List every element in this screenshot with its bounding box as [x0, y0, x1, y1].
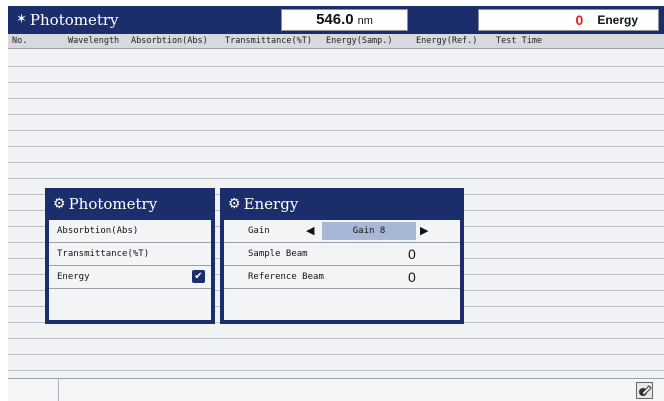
- table-row[interactable]: [8, 354, 664, 355]
- photometry-option-label: Absorbtion(Abs): [57, 226, 139, 236]
- sample-beam-value: 0: [408, 246, 416, 262]
- sample-beam-label: Sample Beam: [248, 249, 308, 259]
- wavelength-value: 546.0: [316, 11, 354, 28]
- table-row[interactable]: [8, 98, 664, 99]
- column-header-wavelength: Wavelength: [68, 36, 120, 46]
- photometry-option-label: Energy: [57, 272, 90, 282]
- column-header-energy-samp: Energy(Samp.): [326, 36, 393, 46]
- energy-panel: ⚙ Energy Gain ◀ Gain 8 ▶ Sample Beam 0 R…: [220, 188, 464, 324]
- photometry-option-label: Transmittance(%T): [57, 249, 150, 259]
- wavelength-unit: nm: [357, 15, 373, 27]
- table-row[interactable]: [8, 162, 664, 163]
- gear-icon: ⚙: [53, 196, 66, 212]
- photometry-panel: ⚙ Photometry Absorbtion(Abs) Transmittan…: [45, 188, 215, 324]
- photometry-panel-title-text: Photometry: [68, 195, 158, 213]
- window-title: ✶ Photometry: [16, 10, 119, 30]
- reference-beam-row: Reference Beam 0: [224, 266, 460, 289]
- sample-beam-row: Sample Beam 0: [224, 243, 460, 266]
- edit-icon[interactable]: [636, 382, 653, 399]
- instrument-screen: ✶ Photometry 546.0 nm 0 Energy No. Wavel…: [8, 6, 664, 401]
- checkmark-icon[interactable]: ✔: [192, 270, 205, 283]
- status-divider: [58, 379, 59, 401]
- energy-label: Energy: [597, 13, 638, 27]
- column-header-energy-ref: Energy(Ref.): [416, 36, 478, 46]
- energy-panel-body: Gain ◀ Gain 8 ▶ Sample Beam 0 Reference …: [224, 220, 460, 320]
- window-title-text: Photometry: [29, 11, 119, 29]
- table-header: No. Wavelength Absorbtion(Abs) Transmitt…: [8, 34, 664, 49]
- title-bar: ✶ Photometry 546.0 nm 0 Energy: [8, 6, 664, 34]
- photometry-panel-title: ⚙ Photometry: [47, 190, 213, 218]
- wavelength-display[interactable]: 546.0 nm: [281, 9, 408, 31]
- triangle-right-icon[interactable]: ▶: [420, 220, 428, 242]
- table-row[interactable]: [8, 114, 664, 115]
- column-header-no: No.: [12, 36, 28, 46]
- gain-label: Gain: [248, 226, 270, 236]
- photometry-option-absorbtion[interactable]: Absorbtion(Abs): [49, 220, 211, 243]
- column-header-test-time: Test Time: [496, 36, 543, 46]
- table-row[interactable]: [8, 338, 664, 339]
- table-row[interactable]: [8, 146, 664, 147]
- reference-beam-label: Reference Beam: [248, 272, 324, 282]
- table-row[interactable]: [8, 370, 664, 371]
- energy-value: 0: [575, 12, 584, 28]
- table-row[interactable]: [8, 82, 664, 83]
- table-row[interactable]: [8, 178, 664, 179]
- column-header-absorbtion: Absorbtion(Abs): [131, 36, 208, 46]
- energy-panel-title: ⚙ Energy: [222, 190, 462, 218]
- energy-panel-title-text: Energy: [243, 195, 299, 213]
- column-header-transmittance: Transmittance(%T): [225, 36, 312, 46]
- gear-icon: ⚙: [228, 196, 241, 212]
- star-icon: ✶: [16, 12, 27, 27]
- energy-display: 0 Energy: [478, 9, 659, 31]
- status-bar: [8, 378, 664, 401]
- table-row[interactable]: [8, 130, 664, 131]
- table-row[interactable]: [8, 66, 664, 67]
- gain-value[interactable]: Gain 8: [322, 222, 416, 240]
- gain-row: Gain ◀ Gain 8 ▶: [224, 220, 460, 243]
- photometry-panel-body: Absorbtion(Abs) Transmittance(%T) Energy…: [49, 220, 211, 320]
- photometry-option-transmittance[interactable]: Transmittance(%T): [49, 243, 211, 266]
- reference-beam-value: 0: [408, 269, 416, 285]
- photometry-option-energy[interactable]: Energy ✔: [49, 266, 211, 289]
- triangle-left-icon[interactable]: ◀: [306, 220, 314, 242]
